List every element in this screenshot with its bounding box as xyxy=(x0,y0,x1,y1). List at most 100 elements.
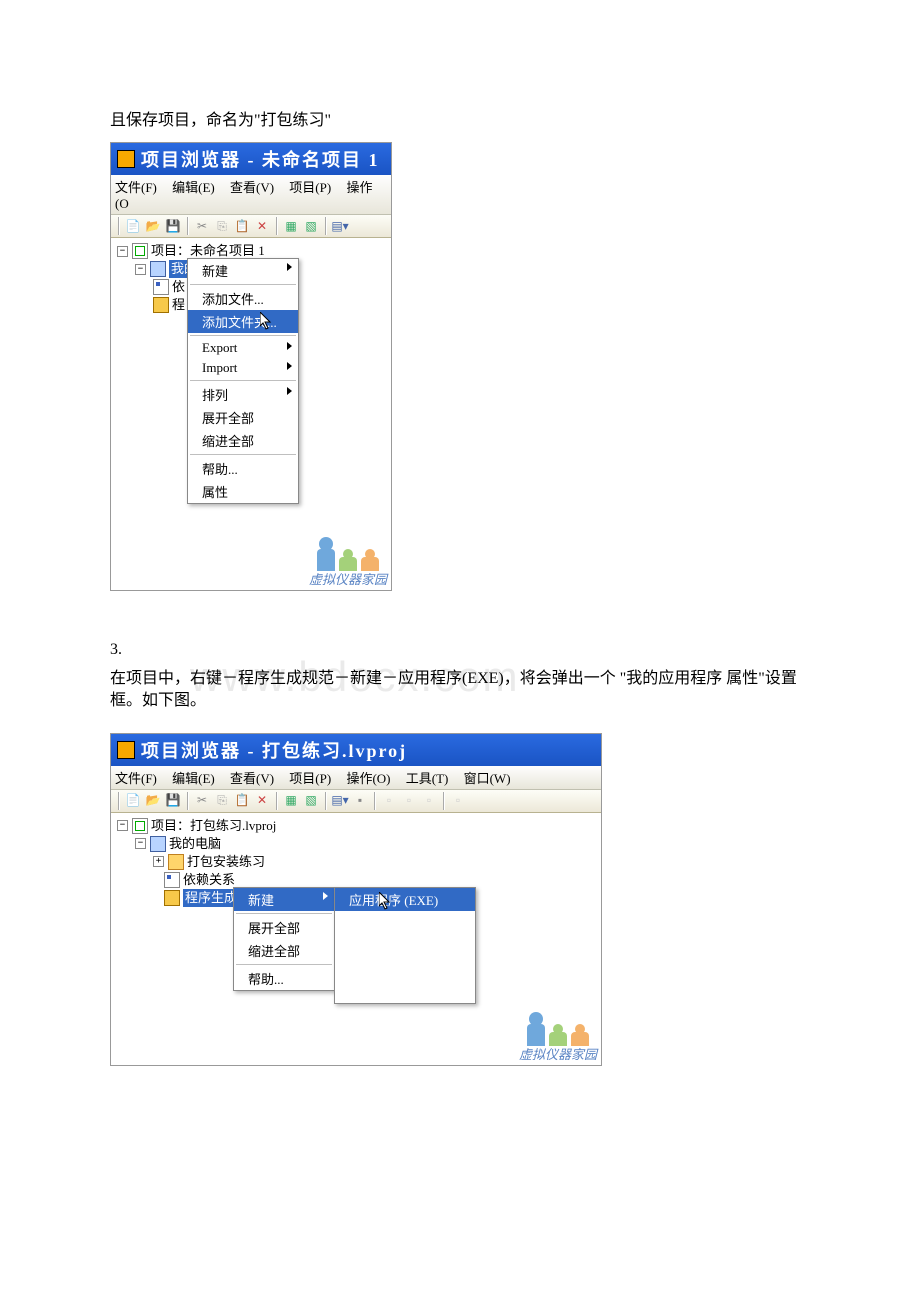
new-icon[interactable]: 📄 xyxy=(124,792,142,810)
computer-icon xyxy=(150,261,166,277)
screenshot-2: 项目浏览器 - 打包练习.lvproj 文件(F) 编辑(E) 查看(V) 项目… xyxy=(110,733,602,1066)
screenshot-1: 项目浏览器 - 未命名项目 1 文件(F) 编辑(E) 查看(V) 项目(P) … xyxy=(110,142,392,591)
menu-view[interactable]: 查看(V) xyxy=(230,771,274,786)
menu-project[interactable]: 项目(P) xyxy=(289,771,331,786)
save-icon[interactable]: 💾 xyxy=(164,217,182,235)
window-titlebar-1: 项目浏览器 - 未命名项目 1 xyxy=(111,143,391,175)
menu-help[interactable]: 帮助... xyxy=(188,457,298,480)
menu-operate[interactable]: 操作(O) xyxy=(346,771,390,786)
submenu-arrow-icon xyxy=(287,342,292,350)
menu-add-file[interactable]: 添加文件... xyxy=(188,287,298,310)
root-label: 项目：打包练习.lvproj xyxy=(151,817,276,835)
submenu-arrow-icon xyxy=(287,263,292,271)
menu-expand-all[interactable]: 展开全部 xyxy=(234,916,334,939)
menu-new[interactable]: 新建 xyxy=(188,259,298,282)
menu-import[interactable]: Import xyxy=(188,358,298,378)
step3-paragraph: 在项目中，右键－程序生成规范－新建－应用程序(EXE)，将会弹出一个 "我的应用… xyxy=(110,668,810,713)
menu-add-folder[interactable]: 添加文件夹... xyxy=(188,310,298,333)
collapse-icon[interactable]: − xyxy=(117,820,128,831)
menu-collapse-all[interactable]: 缩进全部 xyxy=(234,939,334,962)
project-tree-1: − 项目：未命名项目 1 − 我的电 依 程 新建 xyxy=(111,238,391,590)
folder-icon xyxy=(168,854,184,870)
menu-view[interactable]: 查看(V) xyxy=(230,180,274,195)
tree-root[interactable]: − 项目：打包练习.lvproj xyxy=(117,817,595,835)
menu-new[interactable]: 新建 应用程序 (EXE) 安装程序 共享库 (DLL) 源代码发布 Zip文件 xyxy=(234,888,334,911)
computer-icon xyxy=(150,836,166,852)
menu-sep xyxy=(236,964,332,965)
menu-window[interactable]: 窗口(W) xyxy=(464,771,511,786)
menu-file[interactable]: 文件(F) xyxy=(115,180,157,195)
context-menu-1: 新建 添加文件... 添加文件夹... Export Import 排列 展开全… xyxy=(187,258,299,504)
tool-icon[interactable]: ▦ xyxy=(282,792,300,810)
submenu-installer[interactable]: 安装程序 xyxy=(335,911,475,934)
build-label: 程 xyxy=(172,296,185,314)
collapse-icon[interactable]: − xyxy=(117,246,128,257)
open-icon[interactable]: 📂 xyxy=(144,217,162,235)
window-title: 项目浏览器 - 打包练习.lvproj xyxy=(141,737,407,763)
open-icon[interactable]: 📂 xyxy=(144,792,162,810)
disabled-icon: ▫ xyxy=(400,792,418,810)
submenu-dll[interactable]: 共享库 (DLL) xyxy=(335,934,475,957)
settings-icon[interactable]: ▤▾ xyxy=(331,217,349,235)
menu-expand-all[interactable]: 展开全部 xyxy=(188,406,298,429)
settings-icon[interactable]: ▤▾ xyxy=(331,792,349,810)
delete-icon[interactable]: ✕ xyxy=(253,217,271,235)
collapse-icon[interactable]: − xyxy=(135,264,146,275)
intro-paragraph: 且保存项目，命名为"打包练习" xyxy=(110,110,810,132)
collapse-icon[interactable]: − xyxy=(135,838,146,849)
build-label: 程序生成规范 xyxy=(183,889,237,907)
toolbar-1: 📄 📂 💾 ✂ ⎘ 📋 ✕ ▦ ▧ ▤▾ xyxy=(111,215,391,238)
menu-sep xyxy=(190,454,296,455)
submenu-exe[interactable]: 应用程序 (EXE) xyxy=(335,888,475,911)
menu-sep xyxy=(190,284,296,285)
cut-icon[interactable]: ✂ xyxy=(193,217,211,235)
new-icon[interactable]: 📄 xyxy=(124,217,142,235)
menu-properties[interactable]: 属性 xyxy=(188,480,298,503)
menu-sep xyxy=(236,913,332,914)
watermark-1: 虚拟仪器家园 xyxy=(309,537,387,588)
menu-edit[interactable]: 编辑(E) xyxy=(172,771,215,786)
menu-export[interactable]: Export xyxy=(188,338,298,358)
menu-sep xyxy=(190,335,296,336)
paste-icon[interactable]: 📋 xyxy=(233,217,251,235)
save-icon[interactable]: 💾 xyxy=(164,792,182,810)
tree-folder[interactable]: + 打包安装练习 xyxy=(117,853,595,871)
tree-computer[interactable]: − 我的电脑 xyxy=(117,835,595,853)
build-icon xyxy=(153,297,169,313)
disabled-icon: ▫ xyxy=(380,792,398,810)
menu-arrange[interactable]: 排列 xyxy=(188,383,298,406)
project-tree-2: − 项目：打包练习.lvproj − 我的电脑 + 打包安装练习 依赖关系 xyxy=(111,813,601,1065)
window-titlebar-2: 项目浏览器 - 打包练习.lvproj xyxy=(111,734,601,766)
disabled-icon: ▫ xyxy=(449,792,467,810)
menu-edit[interactable]: 编辑(E) xyxy=(172,180,215,195)
disabled-icon: ▫ xyxy=(420,792,438,810)
menu-help[interactable]: 帮助... xyxy=(234,967,334,990)
watermark-text: 虚拟仪器家园 xyxy=(519,1044,597,1063)
copy-icon[interactable]: ⎘ xyxy=(213,217,231,235)
project-icon xyxy=(132,243,148,259)
toolbar-2: 📄 📂 💾 ✂ ⎘ 📋 ✕ ▦ ▧ ▤▾ ▪ ▫ ▫ ▫ ▫ xyxy=(111,790,601,813)
expand-icon[interactable]: + xyxy=(153,856,164,867)
menu-sep xyxy=(190,380,296,381)
submenu-arrow-icon xyxy=(287,362,292,370)
dep-label: 依赖关系 xyxy=(183,871,235,889)
menu-file[interactable]: 文件(F) xyxy=(115,771,157,786)
submenu-source[interactable]: 源代码发布 xyxy=(335,957,475,980)
copy-icon[interactable]: ⎘ xyxy=(213,792,231,810)
menu-project[interactable]: 项目(P) xyxy=(289,180,331,195)
menu-tools[interactable]: 工具(T) xyxy=(406,771,449,786)
tool-icon2[interactable]: ▧ xyxy=(302,792,320,810)
more-icon[interactable]: ▪ xyxy=(351,792,369,810)
tool-icon2[interactable]: ▧ xyxy=(302,217,320,235)
cut-icon[interactable]: ✂ xyxy=(193,792,211,810)
dependency-icon xyxy=(153,279,169,295)
app-icon xyxy=(117,150,135,168)
submenu-new: 应用程序 (EXE) 安装程序 共享库 (DLL) 源代码发布 Zip文件 xyxy=(334,887,476,1004)
delete-icon[interactable]: ✕ xyxy=(253,792,271,810)
submenu-arrow-icon xyxy=(287,387,292,395)
submenu-arrow-icon xyxy=(323,892,328,900)
tool-icon[interactable]: ▦ xyxy=(282,217,300,235)
submenu-zip[interactable]: Zip文件 xyxy=(335,980,475,1003)
paste-icon[interactable]: 📋 xyxy=(233,792,251,810)
menu-collapse-all[interactable]: 缩进全部 xyxy=(188,429,298,452)
